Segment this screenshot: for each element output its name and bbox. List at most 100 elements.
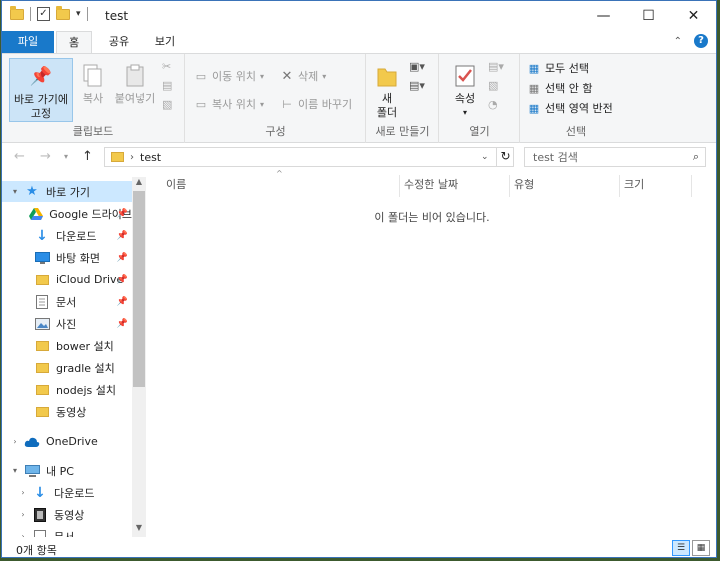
- explorer-window: ✓ ▾ test — ☐ ✕ 파일 홈 공유 보기 ⌃ ? 📌 바로 가기에 고…: [1, 0, 717, 558]
- paste-shortcut-icon[interactable]: ▧: [162, 98, 172, 111]
- search-icon: ⌕: [692, 150, 699, 163]
- column-name[interactable]: 이름: [162, 175, 400, 197]
- close-button[interactable]: ✕: [671, 1, 716, 31]
- tab-home[interactable]: 홈: [56, 31, 92, 54]
- nav-item-videos-folder[interactable]: 동영상: [2, 401, 132, 422]
- delete-button[interactable]: ✕ 삭제 ▾: [280, 68, 327, 84]
- copy-path-icon[interactable]: ▤: [162, 79, 172, 92]
- column-type[interactable]: 유형: [510, 175, 620, 197]
- scroll-down-icon[interactable]: ▼: [132, 523, 146, 532]
- pin-icon: 📌: [116, 274, 128, 285]
- tab-share[interactable]: 공유: [102, 31, 136, 53]
- nav-label: bower 설치: [56, 339, 114, 353]
- expand-icon[interactable]: ›: [18, 510, 28, 519]
- nav-item-google-drive[interactable]: Google 드라이브 📌: [2, 203, 132, 224]
- properties-button[interactable]: 속성 ▾: [446, 58, 484, 120]
- nav-item-gradle[interactable]: gradle 설치: [2, 357, 132, 378]
- divider: [30, 7, 31, 21]
- address-bar[interactable]: › test ⌄: [104, 147, 514, 167]
- column-modified[interactable]: 수정한 날짜: [400, 175, 510, 197]
- invert-selection-label: 선택 영역 반전: [545, 102, 613, 115]
- new-item-icon[interactable]: ▣▾: [409, 60, 425, 73]
- expand-icon[interactable]: ›: [10, 437, 20, 446]
- refresh-button[interactable]: ↻: [496, 147, 514, 167]
- select-all-button[interactable]: ▦ 모두 선택: [527, 60, 589, 76]
- maximize-button[interactable]: ☐: [626, 1, 671, 31]
- nav-pc-videos[interactable]: › 동영상: [2, 504, 132, 525]
- pin-icon: 📌: [116, 296, 128, 307]
- collapse-icon[interactable]: ▾: [10, 187, 20, 196]
- open-icon[interactable]: ▤▾: [488, 60, 504, 73]
- pin-icon: 📌: [116, 252, 128, 263]
- pin-label: 바로 가기에 고정: [13, 93, 69, 120]
- tab-file[interactable]: 파일: [2, 31, 54, 53]
- nav-label: 다운로드: [54, 486, 95, 500]
- help-icon[interactable]: ?: [694, 34, 708, 48]
- rename-label: 이름 바꾸기: [298, 98, 353, 111]
- navigation-pane: ▾ ★ 바로 가기 Google 드라이브 📌 ↓ 다운로드 📌 바탕 화면 📌: [2, 171, 148, 537]
- move-to-button[interactable]: ▭ 이동 위치 ▾: [194, 68, 264, 84]
- nav-label: iCloud Drive: [56, 273, 124, 286]
- properties-icon[interactable]: ✓: [37, 7, 50, 21]
- select-none-button[interactable]: ▦ 선택 안 함: [527, 80, 593, 96]
- folder-icon: [10, 5, 24, 20]
- scroll-up-icon[interactable]: ▲: [132, 177, 146, 186]
- expand-icon[interactable]: ›: [18, 488, 28, 497]
- expand-ribbon-icon[interactable]: ⌃: [674, 36, 682, 47]
- nav-pc-documents[interactable]: › 문서: [2, 526, 132, 537]
- nav-item-documents[interactable]: 문서 📌: [2, 291, 132, 312]
- pin-quick-access-button[interactable]: 📌 바로 가기에 고정: [9, 58, 73, 122]
- copy-button[interactable]: 복사: [76, 58, 110, 106]
- title-bar: ✓ ▾ test — ☐ ✕: [2, 1, 716, 31]
- nav-item-nodejs[interactable]: nodejs 설치: [2, 379, 132, 400]
- address-history-icon[interactable]: ⌄: [481, 152, 489, 162]
- breadcrumb[interactable]: test: [140, 151, 161, 164]
- select-none-icon: ▦: [528, 81, 540, 95]
- cut-icon[interactable]: ✂: [162, 60, 172, 73]
- paste-button[interactable]: 붙여넣기: [112, 58, 158, 106]
- up-button[interactable]: ↑: [82, 149, 93, 164]
- nav-this-pc[interactable]: ▾ 내 PC: [2, 460, 132, 481]
- easy-access-icon[interactable]: ▤▾: [409, 79, 425, 92]
- nav-label: 동영상: [54, 508, 85, 522]
- nav-item-downloads[interactable]: ↓ 다운로드 📌: [2, 225, 132, 246]
- scrollbar-thumb[interactable]: [133, 191, 145, 387]
- new-folder-button[interactable]: 새 폴더: [369, 58, 405, 120]
- organize-group-label: 구성: [265, 125, 286, 138]
- new-folder-icon[interactable]: [56, 5, 70, 20]
- minimize-button[interactable]: —: [581, 1, 626, 31]
- column-size[interactable]: 크기: [620, 175, 692, 197]
- nav-item-desktop[interactable]: 바탕 화면 📌: [2, 247, 132, 268]
- forward-button[interactable]: →: [40, 149, 51, 164]
- large-icons-view-button[interactable]: ▦: [692, 540, 710, 556]
- download-icon: ↓: [34, 484, 46, 501]
- nav-onedrive[interactable]: › OneDrive: [2, 431, 132, 452]
- customize-toolbar-icon[interactable]: ▾: [76, 9, 81, 19]
- empty-folder-message: 이 폴더는 비어 있습니다.: [374, 211, 490, 224]
- nav-item-pictures[interactable]: 사진 📌: [2, 313, 132, 334]
- invert-selection-icon: ▦: [528, 101, 540, 115]
- breadcrumb-chevron-icon[interactable]: ›: [130, 152, 134, 163]
- folder-icon: [34, 405, 50, 419]
- nav-quick-access[interactable]: ▾ ★ 바로 가기: [2, 181, 132, 202]
- nav-pc-downloads[interactable]: › ↓ 다운로드: [2, 482, 132, 503]
- quick-access-toolbar: ✓ ▾: [10, 5, 88, 21]
- nav-label: 바탕 화면: [56, 251, 100, 265]
- tab-view[interactable]: 보기: [148, 31, 182, 53]
- search-input[interactable]: test 검색 ⌕: [524, 147, 706, 167]
- nav-scrollbar[interactable]: ▲ ▼: [132, 177, 146, 537]
- history-icon[interactable]: ◔: [488, 98, 504, 111]
- edit-icon[interactable]: ▧: [488, 79, 504, 92]
- collapse-icon[interactable]: ▾: [10, 466, 20, 475]
- details-view-button[interactable]: ☰: [672, 540, 690, 556]
- recent-locations-icon[interactable]: ▾: [64, 152, 68, 161]
- invert-selection-button[interactable]: ▦ 선택 영역 반전: [527, 100, 613, 116]
- rename-button[interactable]: ⊢ 이름 바꾸기: [280, 96, 352, 112]
- copy-to-button[interactable]: ▭ 복사 위치 ▾: [194, 96, 264, 112]
- chevron-down-icon: ▾: [259, 99, 264, 109]
- nav-item-icloud-drive[interactable]: iCloud Drive 📌: [2, 269, 132, 290]
- new-group: 새 폴더 ▣▾ ▤▾ 새로 만들기: [367, 54, 439, 143]
- divider: [86, 7, 88, 21]
- back-button[interactable]: ←: [14, 149, 25, 164]
- nav-item-bower[interactable]: bower 설치: [2, 335, 132, 356]
